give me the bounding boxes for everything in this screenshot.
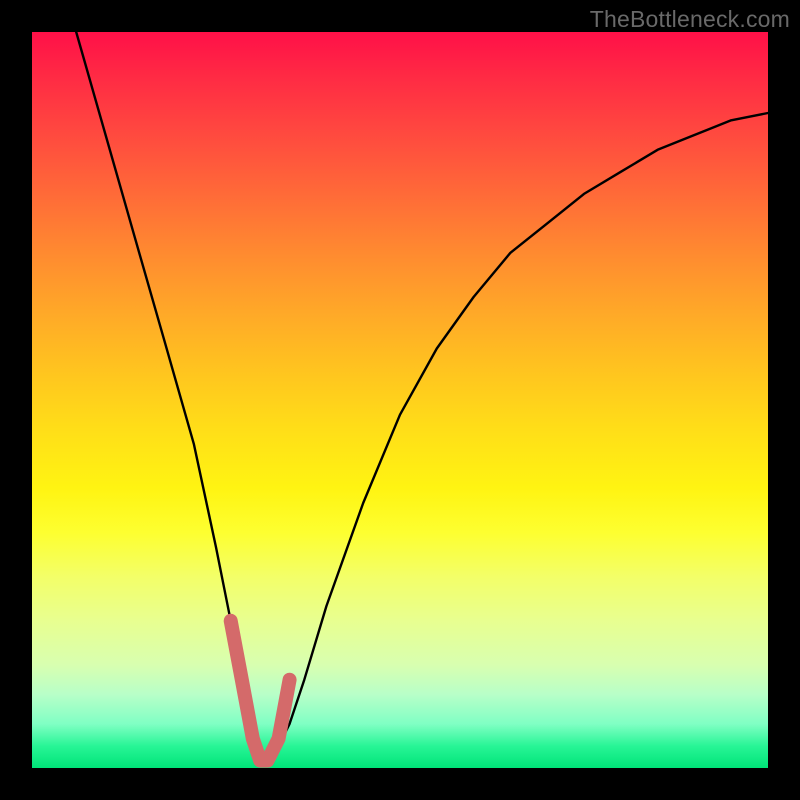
plot-area: [32, 32, 768, 768]
curve-layer: [32, 32, 768, 768]
watermark-text: TheBottleneck.com: [590, 6, 790, 33]
optimal-range-marker: [231, 621, 290, 761]
chart-frame: TheBottleneck.com: [0, 0, 800, 800]
bottleneck-curve: [76, 32, 768, 761]
